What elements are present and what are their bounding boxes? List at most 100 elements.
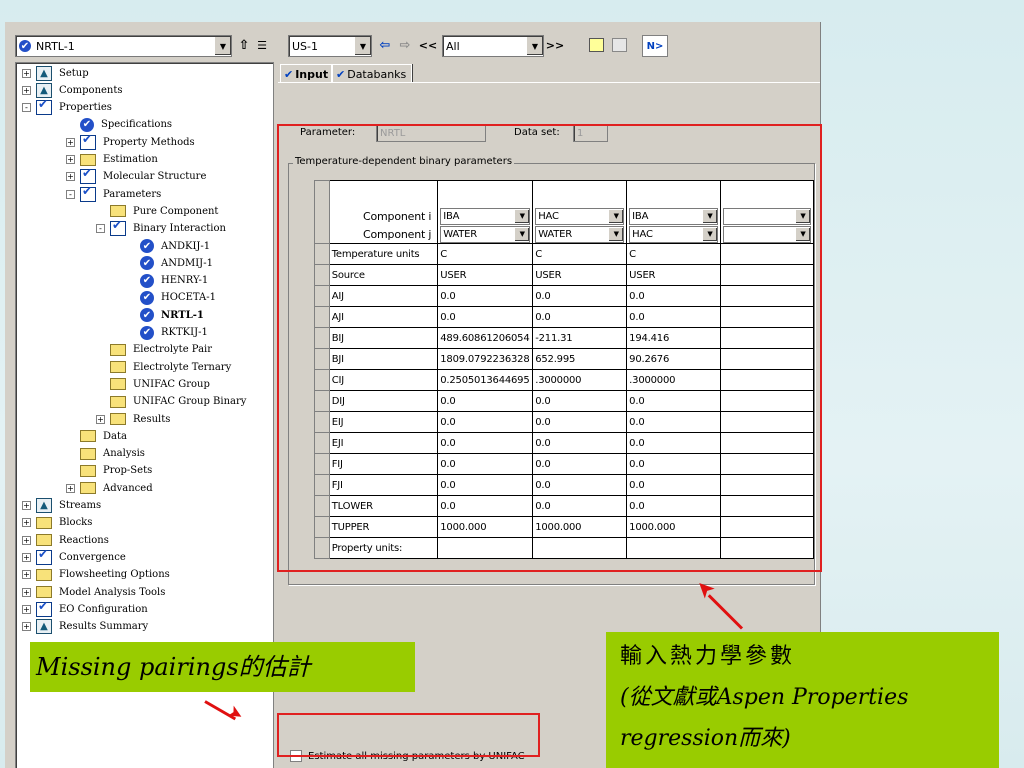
tree-node[interactable]: UNIFAC Group Binary [110,394,246,410]
tree-node[interactable]: + Estimation [66,152,158,168]
expand-icon[interactable]: + [22,570,31,580]
tree-node-label: Electrolyte Pair [133,344,213,356]
tree-node[interactable]: RKTKIJ-1 [140,325,208,341]
tree-node[interactable]: - Parameters [66,184,161,202]
tree-node-label: UNIFAC Group [133,378,210,390]
expand-icon[interactable]: + [22,604,31,614]
expand-icon[interactable]: + [22,68,31,78]
tree-node-label: NRTL-1 [161,309,204,321]
tree-node-label: Prop-Sets [103,465,153,477]
tree-node[interactable]: + Property Methods [66,132,195,150]
tree-node-label: Pure Component [133,205,219,217]
check-icon: ✔ [284,67,294,81]
tree-node[interactable]: - Binary Interaction [96,218,226,237]
tree-node[interactable]: + Blocks [22,515,92,531]
tree-node[interactable]: + Model Analysis Tools [22,584,165,600]
previous-button[interactable]: << [417,35,439,55]
tree-node[interactable]: Specifications [80,117,172,133]
tab-databanks[interactable]: ✔ Databanks [332,64,412,83]
tree-node-label: Property Methods [103,136,195,148]
missing-pairings-callout: Missing pairings的估計 [30,642,415,692]
tree-node-label: HENRY-1 [161,275,209,287]
folder-icon [110,378,126,391]
completed-check-icon [36,547,52,565]
collapse-icon[interactable]: - [66,189,75,199]
folder-icon [80,482,96,495]
status-check-icon [140,273,154,288]
expand-icon[interactable]: + [22,85,31,95]
tree-node[interactable]: Analysis [80,446,145,462]
status-check-icon [140,308,154,323]
forward-arrow-icon[interactable]: ⇨ [394,35,416,55]
folder-icon [80,447,96,460]
tree-node-label: Estimation [103,154,158,165]
folder-icon [110,413,126,425]
tree-node-label: Electrolyte Ternary [133,361,232,373]
expand-icon[interactable]: + [66,137,75,147]
tree-node[interactable]: + Convergence [22,547,126,565]
folder-icon [110,361,126,374]
completed-check-icon [36,599,52,617]
collapse-icon[interactable]: - [22,103,31,113]
expand-icon[interactable]: + [22,501,31,510]
incomplete-triangle-icon [36,619,52,635]
expand-icon[interactable]: + [66,483,75,493]
tree-node[interactable]: + Streams [22,498,101,514]
expand-icon[interactable]: + [96,414,105,424]
expand-icon[interactable]: + [66,155,75,164]
tree-node[interactable]: + Advanced [66,480,153,496]
tree-node[interactable]: NRTL-1 [140,307,204,323]
tree-node[interactable]: + Results Summary [22,619,148,635]
go-up-folder-icon[interactable]: ⇧ [233,35,255,55]
tree-node[interactable]: + EO Configuration [22,599,148,617]
expand-icon[interactable]: + [22,518,31,528]
next-step-button[interactable]: N> [642,35,668,57]
tree-node[interactable]: + Flowsheeting Options [22,567,170,583]
folder-icon [80,430,96,443]
filter-select[interactable]: All ▼ [442,35,544,57]
tree-node[interactable]: UNIFAC Group [110,376,210,392]
expand-icon[interactable]: + [22,622,31,632]
tree-node[interactable]: Data [80,428,127,444]
tree-node[interactable]: Prop-Sets [80,463,152,479]
tree-node[interactable]: ANDMIJ-1 [140,255,213,271]
tree-node[interactable]: + Setup [22,65,89,81]
tree-node[interactable]: Electrolyte Ternary [110,359,231,375]
collapse-icon[interactable]: - [96,224,105,234]
expand-icon[interactable]: + [22,535,31,545]
tree-node[interactable]: ANDKIJ-1 [140,238,210,254]
tree-node[interactable]: - Properties [22,97,112,116]
incomplete-triangle-icon [36,82,52,98]
tab-input[interactable]: ✔ Input [280,64,332,83]
tree-node-label: Reactions [59,534,109,546]
tree-toggle-icon[interactable]: ☰ [255,35,269,55]
tree-node[interactable]: Electrolyte Pair [110,342,212,358]
status-check-icon [80,117,94,132]
tree-node-label: RKTKIJ-1 [161,327,208,338]
folder-icon [80,153,96,166]
chevron-down-icon: ▼ [354,37,371,55]
expand-icon[interactable]: + [22,552,31,562]
tree-node[interactable]: + Molecular Structure [66,166,206,185]
tree-node-label: Setup [59,67,89,79]
status-check-icon [140,256,154,271]
tree-node[interactable]: + Components [22,82,123,98]
next-button[interactable]: >> [544,35,566,55]
status-check-icon [140,239,154,253]
tree-node[interactable]: HENRY-1 [140,273,208,289]
folder-icon [36,534,52,547]
tree-node[interactable]: Pure Component [110,203,218,219]
section-select[interactable]: US-1 ▼ [288,35,372,57]
toolbar: NRTL-1 ▼ ⇧ ☰ US-1 ▼ ⇦ ⇨ << All ▼ >> N> [5,22,820,62]
status-icon[interactable] [608,35,630,55]
object-select[interactable]: NRTL-1 ▼ [15,35,232,57]
expand-icon[interactable]: + [22,587,31,597]
back-arrow-icon[interactable]: ⇦ [374,35,396,55]
tree-node-label: UNIFAC Group Binary [133,396,247,408]
tree-node[interactable]: HOCETA-1 [140,290,216,306]
tree-node[interactable]: + Results [96,411,170,427]
tree-node[interactable]: + Reactions [22,532,109,548]
tree-node-label: Streams [59,500,102,511]
notes-icon[interactable] [585,35,607,55]
expand-icon[interactable]: + [66,172,75,182]
